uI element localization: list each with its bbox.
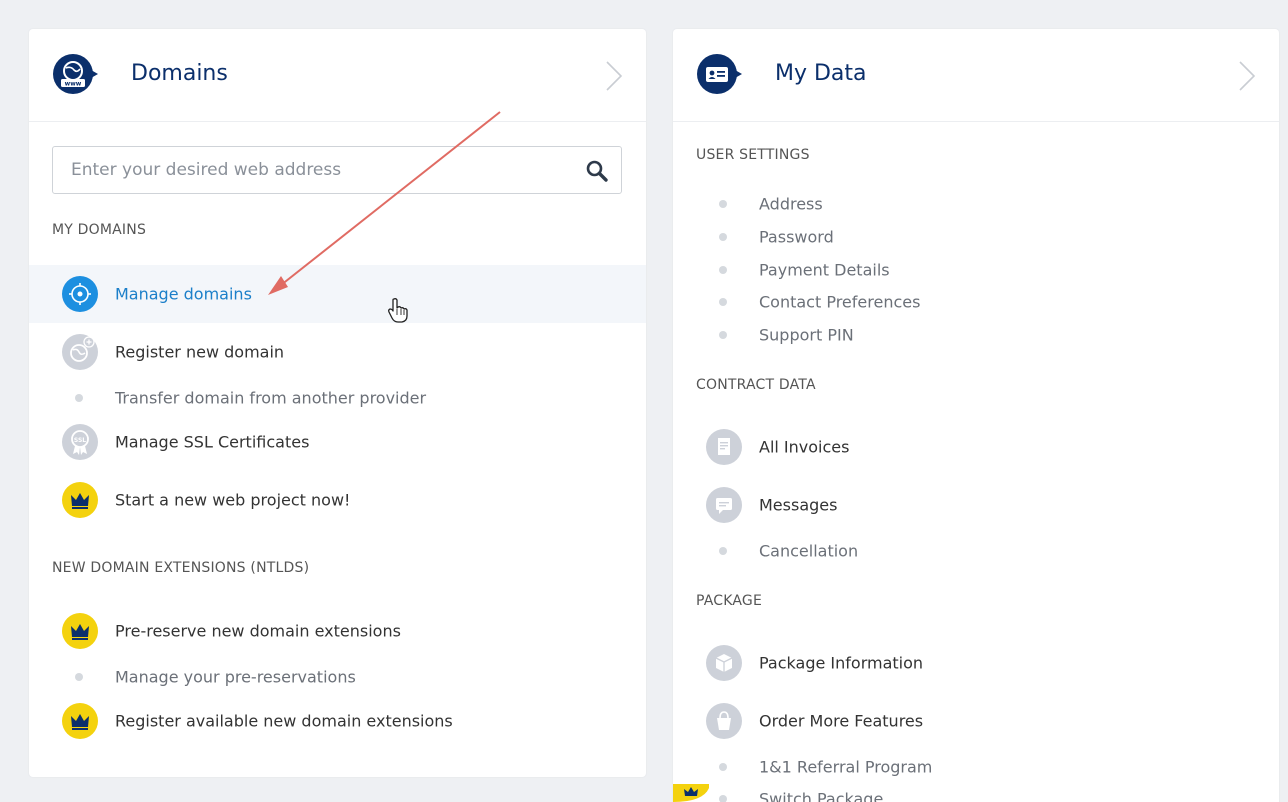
all-invoices-link[interactable]: All Invoices [759, 438, 849, 457]
list-item-pre-reserve[interactable]: Pre-reserve new domain extensions [29, 613, 646, 649]
bullet-icon [719, 763, 727, 771]
crown-icon [62, 613, 98, 649]
register-ntlds-link[interactable]: Register available new domain extensions [115, 712, 453, 731]
chevron-right-icon[interactable] [1237, 60, 1257, 92]
cancellation-link[interactable]: Cancellation [759, 542, 858, 561]
list-item-address[interactable]: Address [673, 186, 1279, 222]
list-item-manage-ssl[interactable]: SSL Manage SSL Certificates [29, 424, 646, 460]
transfer-domain-link[interactable]: Transfer domain from another provider [115, 389, 426, 408]
list-item-messages[interactable]: Messages [673, 487, 1279, 523]
start-web-project-link[interactable]: Start a new web project now! [115, 491, 350, 510]
globe-plus-icon [62, 334, 98, 370]
chevron-right-icon[interactable] [604, 60, 624, 92]
list-item-register-domain[interactable]: Register new domain [29, 334, 646, 370]
register-domain-link[interactable]: Register new domain [115, 343, 284, 362]
support-pin-link[interactable]: Support PIN [759, 326, 854, 345]
messages-link[interactable]: Messages [759, 496, 837, 515]
list-item-payment-details[interactable]: Payment Details [673, 252, 1279, 288]
list-item-order-more-features[interactable]: Order More Features [673, 703, 1279, 739]
my-domains-heading: MY DOMAINS [52, 222, 147, 238]
my-data-card-header[interactable]: My Data [673, 29, 1279, 122]
domains-title: Domains [131, 61, 228, 86]
message-icon [706, 487, 742, 523]
payment-details-link[interactable]: Payment Details [759, 261, 890, 280]
bullet-icon [75, 673, 83, 681]
ntlds-heading: NEW DOMAIN EXTENSIONS (NTLDS) [52, 560, 310, 576]
bullet-icon [719, 233, 727, 241]
contract-data-heading: CONTRACT DATA [696, 377, 816, 393]
list-item-transfer-domain[interactable]: Transfer domain from another provider [29, 380, 646, 416]
svg-text:www: www [65, 81, 82, 88]
invoice-icon [706, 429, 742, 465]
my-data-title: My Data [775, 61, 867, 86]
list-item-register-ntlds[interactable]: Register available new domain extensions [29, 703, 646, 739]
list-item-all-invoices[interactable]: All Invoices [673, 429, 1279, 465]
contact-preferences-link[interactable]: Contact Preferences [759, 293, 920, 312]
switch-package-link[interactable]: Switch Package [759, 790, 883, 802]
domain-search-input[interactable] [53, 147, 573, 193]
globe-pointer-icon [62, 276, 98, 312]
bullet-icon [719, 298, 727, 306]
manage-pre-reservations-link[interactable]: Manage your pre-reservations [115, 668, 356, 687]
list-item-start-web-project[interactable]: Start a new web project now! [29, 482, 646, 518]
referral-program-link[interactable]: 1&1 Referral Program [759, 758, 932, 777]
manage-domains-link[interactable]: Manage domains [115, 285, 252, 304]
list-item-contact-preferences[interactable]: Contact Preferences [673, 284, 1279, 320]
svg-text:SSL: SSL [74, 437, 86, 444]
bullet-icon [75, 394, 83, 402]
shopping-bag-icon [706, 703, 742, 739]
crown-icon [673, 784, 709, 802]
package-box-icon [706, 645, 742, 681]
package-information-link[interactable]: Package Information [759, 654, 923, 673]
package-heading: PACKAGE [696, 593, 763, 609]
order-more-features-link[interactable]: Order More Features [759, 712, 923, 731]
list-item-switch-package[interactable]: Switch Package [673, 781, 1279, 802]
my-data-card: My Data USER SETTINGS Address Password P… [673, 29, 1279, 802]
search-icon[interactable] [585, 159, 609, 183]
list-item-manage-pre-reservations[interactable]: Manage your pre-reservations [29, 659, 646, 695]
manage-ssl-link[interactable]: Manage SSL Certificates [115, 433, 309, 452]
list-item-support-pin[interactable]: Support PIN [673, 317, 1279, 353]
user-settings-heading: USER SETTINGS [696, 147, 810, 163]
ssl-badge-icon: SSL [62, 424, 98, 460]
bullet-icon [719, 547, 727, 555]
domains-card-header[interactable]: www Domains [29, 29, 646, 122]
list-item-cancellation[interactable]: Cancellation [673, 533, 1279, 569]
hand-cursor-icon [388, 298, 408, 323]
address-link[interactable]: Address [759, 195, 823, 214]
bullet-icon [719, 795, 727, 802]
id-card-icon [697, 54, 742, 94]
list-item-referral-program[interactable]: 1&1 Referral Program [673, 749, 1279, 785]
list-item-password[interactable]: Password [673, 219, 1279, 255]
domains-card: www Domains MY DOMAINS Manage domain [29, 29, 646, 777]
bullet-icon [719, 266, 727, 274]
list-item-manage-domains[interactable]: Manage domains [29, 265, 646, 323]
bullet-icon [719, 331, 727, 339]
pre-reserve-link[interactable]: Pre-reserve new domain extensions [115, 622, 401, 641]
domain-search-box [52, 146, 622, 194]
password-link[interactable]: Password [759, 228, 834, 247]
list-item-package-information[interactable]: Package Information [673, 645, 1279, 681]
crown-icon [62, 703, 98, 739]
crown-icon [62, 482, 98, 518]
globe-www-icon: www [53, 54, 98, 94]
bullet-icon [719, 200, 727, 208]
